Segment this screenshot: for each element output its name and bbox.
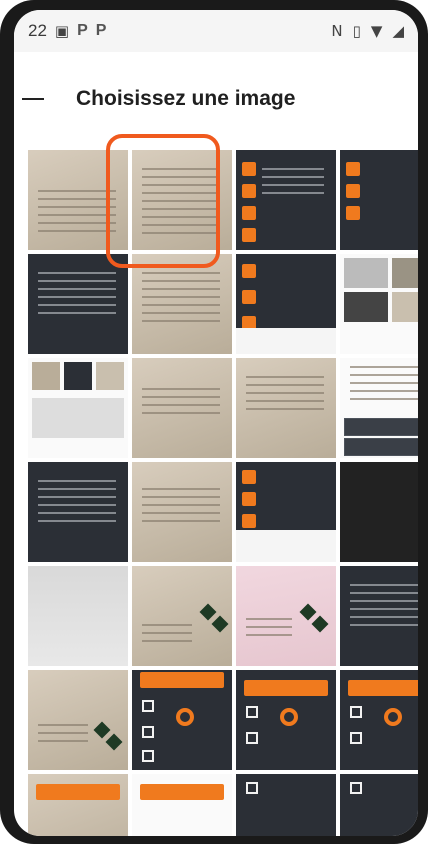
image-thumbnail[interactable] [28,358,128,458]
status-bar: 22 ▣ P P N ▯ ▼ ◢ [14,10,418,52]
status-right: N ▯ ▼ ◢ [331,22,404,40]
image-thumbnail[interactable] [132,254,232,354]
back-button[interactable] [14,75,62,123]
image-thumbnail[interactable] [340,566,418,666]
screen: 22 ▣ P P N ▯ ▼ ◢ Choisissez une image [14,10,418,836]
image-thumbnail[interactable] [132,462,232,562]
image-thumbnail[interactable] [236,566,336,666]
image-thumbnail[interactable] [236,670,336,770]
image-thumbnail[interactable] [340,150,418,250]
image-thumbnail[interactable] [28,462,128,562]
image-thumbnail[interactable] [132,670,232,770]
image-thumbnail[interactable] [28,150,128,250]
image-thumbnail[interactable] [236,774,336,836]
image-thumbnail[interactable] [28,670,128,770]
image-thumbnail-selected[interactable] [132,150,232,250]
p-icon: P [95,22,107,39]
back-arrow-icon [22,98,44,100]
image-thumbnail[interactable] [236,462,336,562]
image-thumbnail[interactable] [236,150,336,250]
image-thumbnail[interactable] [340,462,418,562]
image-grid [14,150,418,836]
image-thumbnail[interactable] [340,358,418,458]
image-thumbnail[interactable] [28,254,128,354]
image-thumbnail[interactable] [236,358,336,458]
image-thumbnail[interactable] [28,774,128,836]
image-thumbnail[interactable] [340,670,418,770]
image-thumbnail[interactable] [132,358,232,458]
device-frame: 22 ▣ P P N ▯ ▼ ◢ Choisissez une image [0,0,428,844]
signal-icon: ◢ [392,22,404,40]
image-thumbnail[interactable] [340,254,418,354]
image-thumbnail[interactable] [132,566,232,666]
image-thumbnail[interactable] [132,774,232,836]
app-bar: Choisissez une image [14,52,418,146]
vibrate-icon: ▯ [352,22,361,40]
image-thumbnail[interactable] [340,774,418,836]
image-thumbnail[interactable] [236,254,336,354]
nfc-icon: N [331,22,343,40]
status-left: 22 ▣ P P [28,21,106,41]
page-title: Choisissez une image [76,87,296,110]
status-time: 22 [28,21,47,40]
image-icon: ▣ [54,22,70,40]
image-thumbnail[interactable] [28,566,128,666]
p-icon: P [77,22,88,39]
wifi-icon: ▼ [370,22,383,40]
